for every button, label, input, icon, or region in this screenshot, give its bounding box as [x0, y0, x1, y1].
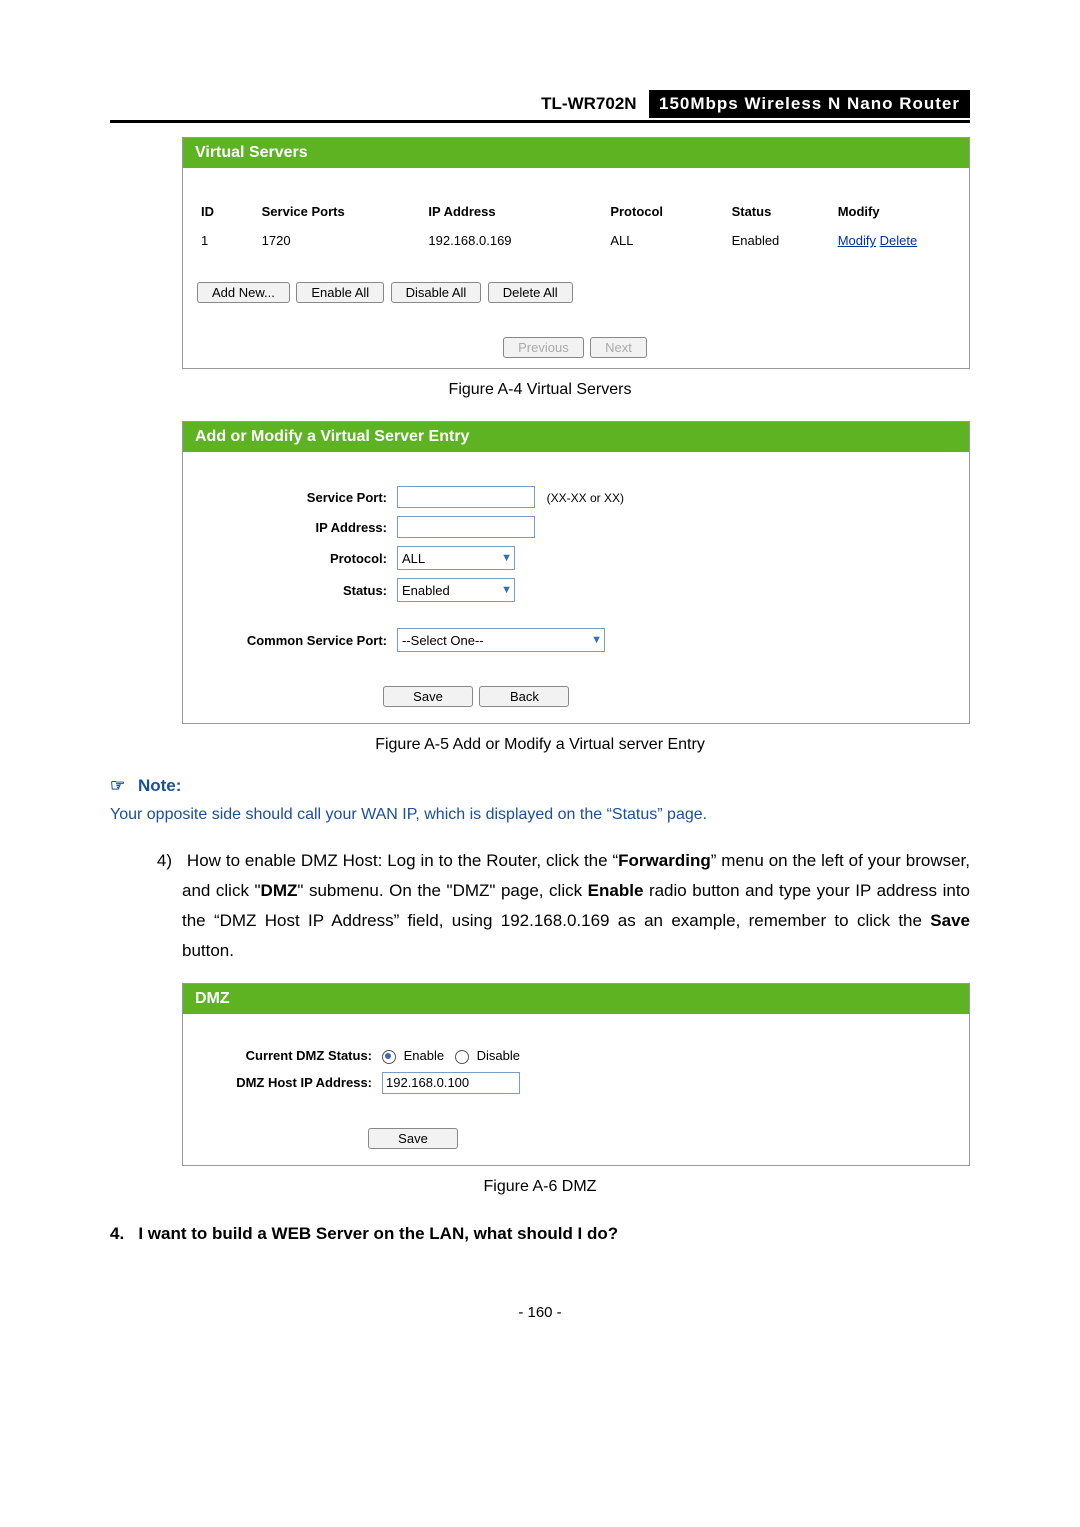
status-value: Enabled — [402, 583, 450, 598]
label-ip-address: IP Address: — [197, 520, 397, 535]
page-number: - 160 - — [110, 1304, 970, 1321]
enable-all-button[interactable]: Enable All — [296, 282, 384, 303]
table-row: 1 1720 192.168.0.169 ALL Enabled Modify … — [197, 229, 955, 252]
disable-label: Disable — [477, 1048, 520, 1063]
previous-button[interactable]: Previous — [503, 337, 584, 358]
label-status: Status: — [197, 583, 397, 598]
cell-proto: ALL — [606, 229, 727, 252]
instruction-paragraph-4: 4) How to enable DMZ Host: Log in to the… — [182, 846, 970, 966]
status-select[interactable]: Enabled ▼ — [397, 578, 515, 602]
enable-label: Enable — [404, 1048, 444, 1063]
ip-address-input[interactable] — [397, 516, 535, 538]
faq-number: 4. — [110, 1224, 124, 1243]
cell-ports: 1720 — [258, 229, 425, 252]
chevron-down-icon: ▼ — [501, 552, 512, 564]
faq-question-4: 4. I want to build a WEB Server on the L… — [110, 1224, 970, 1244]
chevron-down-icon: ▼ — [591, 634, 602, 646]
figure-caption-a6: Figure A-6 DMZ — [110, 1178, 970, 1196]
virtual-servers-panel: Virtual Servers ID Service Ports IP Addr… — [182, 137, 970, 369]
back-button[interactable]: Back — [479, 686, 569, 707]
faq-text: I want to build a WEB Server on the LAN,… — [138, 1224, 618, 1243]
add-modify-vs-panel: Add or Modify a Virtual Server Entry Ser… — [182, 421, 970, 724]
label-service-port: Service Port: — [197, 490, 397, 505]
disable-all-button[interactable]: Disable All — [391, 282, 482, 303]
dmz-panel: DMZ Current DMZ Status: Enable Disable D… — [182, 983, 970, 1166]
cell-ip: 192.168.0.169 — [424, 229, 606, 252]
enable-radio[interactable] — [382, 1050, 396, 1064]
col-modify: Modify — [834, 198, 955, 229]
label-common-service-port: Common Service Port: — [197, 633, 397, 648]
label-current-dmz-status: Current DMZ Status: — [197, 1048, 382, 1063]
delete-link[interactable]: Delete — [880, 233, 918, 248]
protocol-value: ALL — [402, 551, 425, 566]
model-label: TL-WR702N — [533, 92, 644, 116]
service-port-hint: (XX-XX or XX) — [547, 491, 624, 505]
model-desc: 150Mbps Wireless N Nano Router — [649, 90, 970, 118]
figure-caption-a5: Figure A-5 Add or Modify a Virtual serve… — [110, 736, 970, 754]
col-ip: IP Address — [424, 198, 606, 229]
col-id: ID — [197, 198, 258, 229]
doc-header: TL-WR702N 150Mbps Wireless N Nano Router — [110, 90, 970, 123]
note-label: Note: — [138, 776, 181, 795]
save-button[interactable]: Save — [368, 1128, 458, 1149]
panel-title-virtual-servers: Virtual Servers — [183, 138, 969, 168]
chevron-down-icon: ▼ — [501, 584, 512, 596]
col-proto: Protocol — [606, 198, 727, 229]
virtual-servers-table: ID Service Ports IP Address Protocol Sta… — [197, 198, 955, 252]
panel-title-dmz: DMZ — [183, 984, 969, 1014]
protocol-select[interactable]: ALL ▼ — [397, 546, 515, 570]
figure-caption-a4: Figure A-4 Virtual Servers — [110, 381, 970, 399]
modify-link[interactable]: Modify — [838, 233, 876, 248]
cell-id: 1 — [197, 229, 258, 252]
col-ports: Service Ports — [258, 198, 425, 229]
panel-title-add-modify: Add or Modify a Virtual Server Entry — [183, 422, 969, 452]
label-dmz-host-ip: DMZ Host IP Address: — [197, 1075, 382, 1090]
step-number: 4) — [142, 846, 172, 876]
note-text: Your opposite side should call your WAN … — [110, 806, 970, 824]
add-new-button[interactable]: Add New... — [197, 282, 290, 303]
hand-icon: ☞ — [110, 776, 125, 796]
col-status: Status — [728, 198, 834, 229]
delete-all-button[interactable]: Delete All — [488, 282, 573, 303]
disable-radio[interactable] — [455, 1050, 469, 1064]
save-button[interactable]: Save — [383, 686, 473, 707]
service-port-input[interactable] — [397, 486, 535, 508]
note-heading: ☞ Note: — [110, 776, 970, 796]
label-protocol: Protocol: — [197, 551, 397, 566]
next-button[interactable]: Next — [590, 337, 647, 358]
common-service-port-value: --Select One-- — [402, 633, 484, 648]
common-service-port-select[interactable]: --Select One-- ▼ — [397, 628, 605, 652]
dmz-host-ip-input[interactable] — [382, 1072, 520, 1094]
cell-status: Enabled — [728, 229, 834, 252]
